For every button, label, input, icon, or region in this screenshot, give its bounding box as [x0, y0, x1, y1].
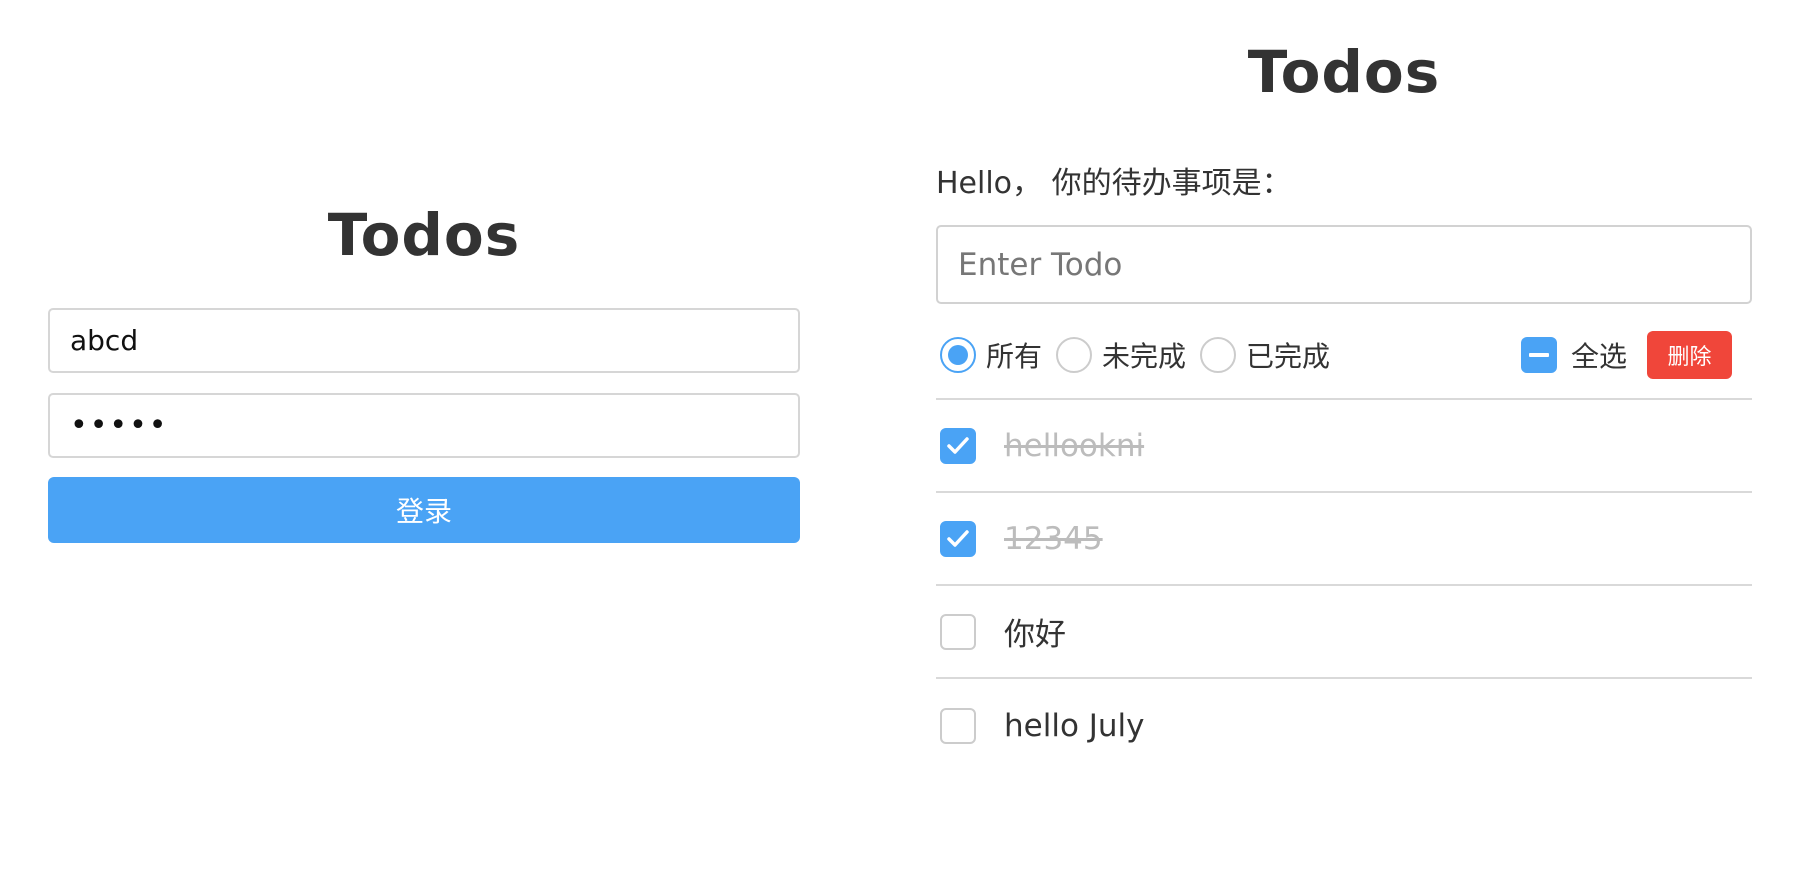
filter-bar: 所有 未完成 已完成 全选 删除	[936, 320, 1752, 400]
radio-active[interactable]	[1056, 337, 1093, 373]
list-item: 12345	[936, 493, 1752, 586]
list-item: hello July	[936, 679, 1752, 772]
todo-text: hello July	[1004, 707, 1145, 744]
username-input[interactable]	[48, 308, 800, 373]
filter-all-label: 所有	[986, 340, 1043, 373]
select-all[interactable]: 全选	[1520, 335, 1627, 375]
todo-input[interactable]	[936, 225, 1752, 304]
filter-active[interactable]: 未完成	[1056, 335, 1186, 375]
todo-title: Todos	[1247, 38, 1441, 106]
radio-all[interactable]	[940, 337, 976, 373]
todo-checkbox[interactable]	[940, 520, 976, 557]
login-button[interactable]: 登录	[48, 477, 800, 543]
select-all-label: 全选	[1570, 340, 1627, 373]
todo-text: hellookni	[1004, 427, 1145, 464]
checkmark-icon	[947, 436, 969, 454]
todo-text: 你好	[1004, 617, 1066, 653]
greeting-text: Hello， 你的待办事项是：	[936, 166, 1292, 201]
todo-list: hellookni 12345 你好 hello July	[936, 400, 1752, 772]
login-title: Todos	[327, 201, 521, 269]
todo-checkbox[interactable]	[940, 427, 976, 464]
password-input[interactable]	[48, 393, 800, 458]
filter-active-label: 未完成	[1102, 340, 1187, 373]
todo-checkbox[interactable]	[940, 707, 976, 744]
filter-completed[interactable]: 已完成	[1200, 335, 1330, 375]
login-panel: Todos 登录	[48, 198, 800, 543]
radio-completed[interactable]	[1200, 337, 1237, 373]
filter-completed-label: 已完成	[1246, 340, 1331, 373]
filter-all[interactable]: 所有	[940, 335, 1042, 375]
todo-checkbox[interactable]	[940, 613, 976, 650]
select-all-checkbox[interactable]	[1520, 337, 1557, 373]
list-item: hellookni	[936, 400, 1752, 493]
todo-text: 12345	[1004, 520, 1103, 557]
delete-button[interactable]: 删除	[1647, 331, 1732, 379]
todo-panel: Todos Hello， 你的待办事项是： 所有 未完成 已完成 全选 删除	[936, 30, 1752, 772]
list-item: 你好	[936, 586, 1752, 679]
checkmark-icon	[947, 529, 969, 547]
